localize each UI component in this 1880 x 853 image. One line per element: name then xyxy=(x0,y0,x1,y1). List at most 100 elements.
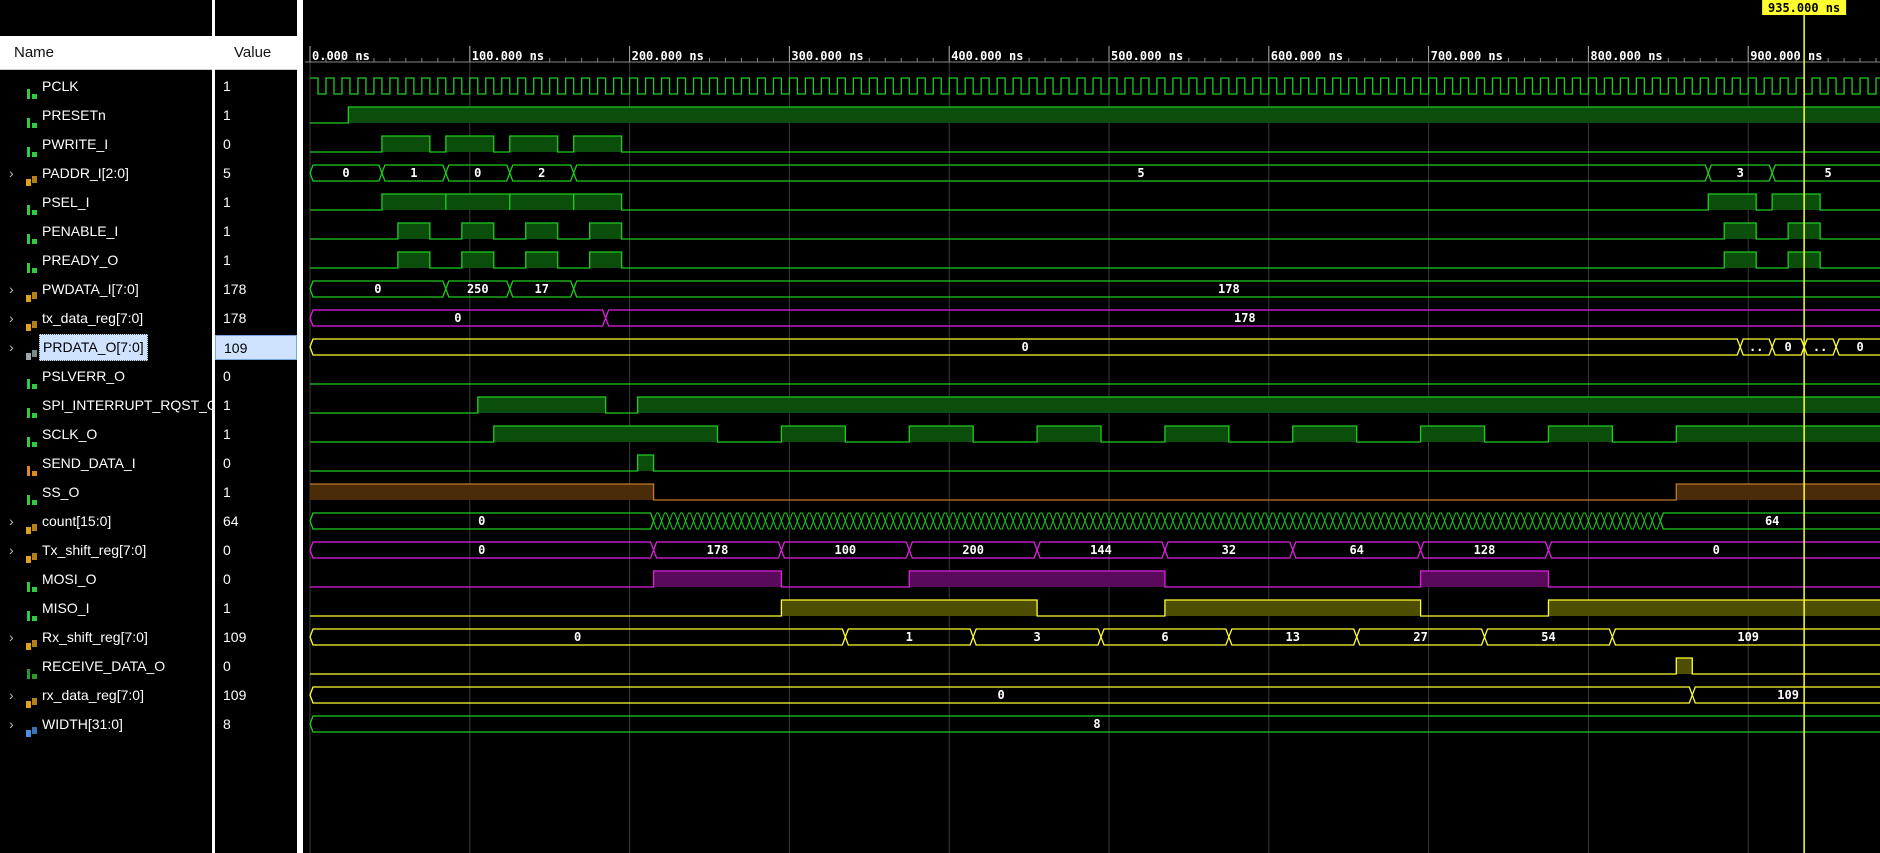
signal-name-row[interactable]: › PADDR_I[2:0] xyxy=(0,159,212,188)
waveform-row xyxy=(310,570,1880,588)
high-level-fill xyxy=(589,252,622,268)
bus-value-label: 0 xyxy=(998,688,1005,702)
bus-segment xyxy=(780,512,790,530)
chevron-right-icon[interactable]: › xyxy=(9,536,14,565)
chevron-right-icon[interactable]: › xyxy=(9,710,14,739)
bus-segment xyxy=(932,512,942,530)
chevron-right-icon[interactable]: › xyxy=(9,275,14,304)
signal-name-row[interactable]: MISO_I xyxy=(0,594,212,623)
signal-name-row[interactable]: SS_O xyxy=(0,478,212,507)
bus-segment xyxy=(1499,512,1510,530)
bus-value-label: 100 xyxy=(834,543,856,557)
signal-value: 1 xyxy=(223,223,231,239)
signal-name-row[interactable]: PWRITE_I xyxy=(0,130,212,159)
bus-segment xyxy=(1555,512,1565,530)
signal-name-row[interactable]: PENABLE_I xyxy=(0,217,212,246)
signal-name: Rx_shift_reg[7:0] xyxy=(42,629,148,645)
waveform-row xyxy=(310,106,1880,124)
waveform-row: 0 64 xyxy=(309,512,1880,530)
bus-icon xyxy=(26,168,38,186)
bus-segment xyxy=(1068,512,1078,530)
high-level-fill xyxy=(1164,600,1421,616)
signal-name-row[interactable]: PRESETn xyxy=(0,101,212,130)
high-level-fill xyxy=(637,397,1880,413)
ruler-tick-label: 500.000 ns xyxy=(1111,49,1183,63)
bit-orange-icon xyxy=(26,458,38,476)
bus-segment xyxy=(1476,512,1486,530)
bus-segment xyxy=(1004,512,1014,530)
signal-name-row[interactable]: › Rx_shift_reg[7:0] xyxy=(0,623,212,652)
signal-name-row[interactable]: SEND_DATA_I xyxy=(0,449,212,478)
bus-value-label: 0 xyxy=(574,630,581,644)
bus-value-label: 178 xyxy=(707,543,729,557)
signal-name-row[interactable]: SCLK_O xyxy=(0,420,212,449)
bus-segment xyxy=(1124,512,1134,530)
chevron-right-icon[interactable]: › xyxy=(9,333,14,362)
signal-name-row[interactable]: › count[15:0] xyxy=(0,507,212,536)
high-level-fill xyxy=(1676,426,1880,442)
signal-name-row[interactable]: › WIDTH[31:0] xyxy=(0,710,212,739)
signal-name-row[interactable]: › Tx_shift_reg[7:0] xyxy=(0,536,212,565)
signal-name: PREADY_O xyxy=(42,252,119,268)
chevron-right-icon[interactable]: › xyxy=(9,623,14,652)
bus-icon xyxy=(26,284,38,302)
bus-segment xyxy=(1100,512,1110,530)
bus-segment xyxy=(708,512,719,530)
ruler-tick-label: 800.000 ns xyxy=(1590,49,1662,63)
chevron-right-icon[interactable]: › xyxy=(9,507,14,536)
bus-segment xyxy=(1563,512,1573,530)
bus-segment xyxy=(1268,512,1278,530)
bus-value-label: 0 xyxy=(342,166,349,180)
chevron-right-icon[interactable]: › xyxy=(9,159,14,188)
bus-segment xyxy=(1571,512,1581,530)
high-level-fill xyxy=(525,223,558,239)
signal-name: SS_O xyxy=(42,484,80,500)
high-level-fill xyxy=(781,600,1038,616)
bus-segment xyxy=(1348,512,1358,530)
signal-name: PCLK xyxy=(42,78,79,94)
signal-name-row[interactable]: PSLVERR_O xyxy=(0,362,212,391)
signal-name-row[interactable]: › rx_data_reg[7:0] xyxy=(0,681,212,710)
name-column-header[interactable]: Name xyxy=(0,36,212,70)
signal-name-row[interactable]: MOSI_O xyxy=(0,565,212,594)
signal-name-row[interactable]: › PWDATA_I[7:0] xyxy=(0,275,212,304)
bus-value-label: 2 xyxy=(538,166,545,180)
signal-name: SEND_DATA_I xyxy=(42,455,136,471)
signal-value: 109 xyxy=(223,687,247,703)
waveform-row: 0 1 3 6 13 27 54 109 xyxy=(309,628,1880,646)
signal-name: PSLVERR_O xyxy=(42,368,125,384)
bus-value-label: 144 xyxy=(1090,543,1112,557)
bus-segment xyxy=(1388,512,1398,530)
high-level-fill xyxy=(781,426,846,442)
bit-icon xyxy=(26,139,38,157)
bus-value-label: 109 xyxy=(1777,688,1799,702)
bus-segment xyxy=(1420,512,1430,530)
signal-name-row[interactable]: › PRDATA_O[7:0] xyxy=(0,333,212,362)
bit-icon xyxy=(26,429,38,447)
high-level-fill xyxy=(1292,426,1357,442)
bus-value-label: 3 xyxy=(1737,166,1744,180)
signal-name: Tx_shift_reg[7:0] xyxy=(42,542,147,558)
pane-splitter-right[interactable] xyxy=(297,0,303,853)
signal-name-row[interactable]: PCLK xyxy=(0,72,212,101)
high-level-fill xyxy=(1420,571,1549,587)
bus-segment xyxy=(1595,512,1605,530)
chevron-right-icon[interactable]: › xyxy=(9,304,14,333)
high-level-fill xyxy=(397,252,430,268)
chevron-right-icon[interactable]: › xyxy=(9,681,14,710)
signal-name-row[interactable]: RECEIVE_DATA_O xyxy=(0,652,212,681)
signal-name-row[interactable]: › tx_data_reg[7:0] xyxy=(0,304,212,333)
value-column-header[interactable]: Value xyxy=(215,36,297,70)
waveform-row xyxy=(310,599,1880,617)
signal-name-row[interactable]: PSEL_I xyxy=(0,188,212,217)
signal-value: 0 xyxy=(223,571,231,587)
signal-name-row[interactable]: PREADY_O xyxy=(0,246,212,275)
high-level-fill xyxy=(573,136,622,152)
bus-segment xyxy=(1412,512,1422,530)
bus-segment xyxy=(1619,512,1629,530)
signal-name-row[interactable]: SPI_INTERRUPT_RQST_O xyxy=(0,391,218,420)
waveform-canvas[interactable]: 0.000 ns 100.000 ns 200.000 ns 300.000 ns 40… xyxy=(305,0,1880,853)
waveform-row xyxy=(310,193,1880,211)
waveform-row xyxy=(310,222,1880,240)
bus-value-label: 0 xyxy=(474,166,481,180)
